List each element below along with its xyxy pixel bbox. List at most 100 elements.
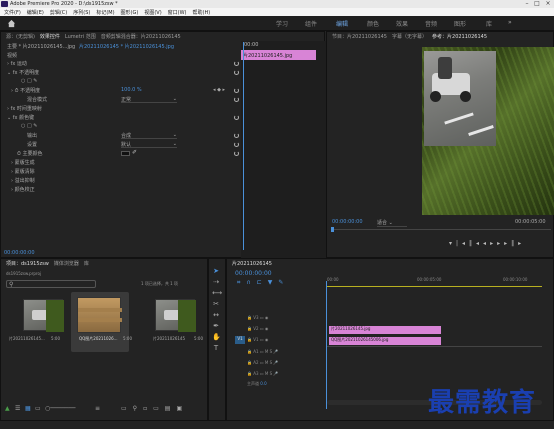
source-patch-v1[interactable]: V1	[235, 336, 245, 344]
slip-tool-icon[interactable]: ↔	[212, 311, 220, 319]
program-playhead[interactable]	[331, 227, 334, 232]
tab-media-browser[interactable]: 媒体浏览器	[54, 260, 79, 267]
menu-help[interactable]: 帮助(H)	[193, 9, 211, 16]
workspace-audio[interactable]: 音频	[425, 19, 437, 28]
ripple-edit-tool-icon[interactable]: ⟷	[212, 289, 222, 297]
track-select-tool-icon[interactable]: ⇢	[212, 278, 220, 286]
workspace-assembly[interactable]: 组件	[305, 19, 317, 28]
more-workspaces-icon[interactable]: »	[508, 19, 512, 26]
tab-lumetri-scopes[interactable]: Lumetri 范围	[65, 33, 96, 40]
reset-motion-icon[interactable]	[234, 61, 239, 66]
program-timecode[interactable]: 00:00:00:00	[332, 219, 363, 225]
project-item-name-3[interactable]: 片20211026145	[153, 336, 185, 342]
reset-blend-icon[interactable]	[234, 97, 239, 102]
freeform-view-icon[interactable]: ▭	[35, 405, 41, 412]
keyframe-nav[interactable]: ◂ ◆ ▸	[213, 87, 225, 94]
clip-v2[interactable]: 片20211026145.jpg	[329, 326, 441, 334]
reset-keycolor-icon[interactable]	[234, 151, 239, 156]
type-tool-icon[interactable]: T	[212, 344, 220, 352]
tab-program[interactable]: 节目：片20211026145	[332, 33, 387, 40]
tab-audio-clip-mixer[interactable]: 音频剪辑混合器：片20211026145	[101, 33, 181, 40]
track-header-v2: 🔒 V2 ▭ ◉	[247, 326, 269, 331]
home-icon[interactable]	[7, 19, 16, 28]
list-view-icon[interactable]: ☰	[15, 405, 20, 412]
project-item-thumb-3[interactable]	[155, 299, 196, 332]
opacity-value[interactable]: 100.0 %	[121, 87, 142, 94]
project-item-thumb-2[interactable]	[77, 297, 122, 333]
tab-captions[interactable]: 字幕（无字幕）	[392, 33, 427, 40]
program-scrubber[interactable]	[331, 229, 551, 230]
timeline-timecode[interactable]: 00:00:00:00	[235, 270, 272, 277]
fx-motion-row[interactable]: › fx 运动	[7, 60, 27, 67]
collapsed-param-4[interactable]: › 颜色校正	[11, 186, 35, 193]
sort-icon[interactable]: ≡	[95, 405, 100, 412]
mask-tools[interactable]: ○ □ ✎	[21, 78, 37, 85]
collapsed-param-1[interactable]: › 蒙版生成	[11, 159, 35, 166]
setting-select[interactable]: 默认 ⌄	[121, 141, 177, 148]
fx-opacity-row[interactable]: ⌄ fx 不透明度	[7, 69, 39, 76]
collapsed-param-3[interactable]: › 溢出抑制	[11, 177, 35, 184]
tab-libraries[interactable]: 库	[84, 260, 89, 267]
master-clip-label[interactable]: 主要 * 片20211026145...jpg	[7, 43, 75, 50]
blend-mode-select[interactable]: 正常 ⌄	[121, 96, 177, 103]
workspace-learn[interactable]: 学习	[276, 19, 288, 28]
tab-timeline-sequence[interactable]: 片20211026145	[232, 260, 272, 267]
reset-opacity-value-icon[interactable]	[234, 88, 239, 93]
fx-color-key-row[interactable]: ⌄ fx 颜色键	[7, 114, 34, 121]
tab-source[interactable]: 源：(无剪辑)	[6, 33, 35, 40]
selection-tool-icon[interactable]: ➤	[212, 267, 220, 275]
menu-graphics[interactable]: 图形(G)	[121, 9, 139, 16]
eyedropper-icon[interactable]: ✐	[132, 149, 137, 156]
menu-markers[interactable]: 标记(M)	[96, 9, 114, 16]
project-item-thumb-1[interactable]	[23, 299, 64, 332]
menu-edit[interactable]: 编辑(E)	[27, 9, 44, 16]
ec-playhead[interactable]	[243, 42, 244, 250]
menu-window[interactable]: 窗口(W)	[168, 9, 187, 16]
reset-setting-icon[interactable]	[234, 142, 239, 147]
workspace-libraries[interactable]: 库	[486, 19, 492, 28]
fit-select[interactable]: 适合 ⌄	[377, 219, 407, 227]
key-color-swatch[interactable]	[121, 151, 130, 156]
ec-bottom-timecode[interactable]: 00:00:00:00	[4, 250, 35, 257]
tab-project[interactable]: 项目：ds1915zsw	[6, 260, 49, 267]
tab-effect-controls[interactable]: 效果控件	[40, 33, 60, 40]
sequence-clip-label[interactable]: 片20211026145 * 片20211026145.jpg	[79, 43, 174, 50]
menu-sequence[interactable]: 序列(S)	[73, 9, 90, 16]
av-divider	[327, 346, 542, 347]
menu-clip[interactable]: 剪辑(C)	[50, 9, 67, 16]
key-mask-tools[interactable]: ○ □ ✎	[21, 123, 37, 130]
zoom-slider-icon[interactable]: ○───────	[45, 405, 76, 412]
workspace-graphics[interactable]: 图形	[454, 19, 466, 28]
project-item-name-2[interactable]: QQ图片20211026...	[79, 336, 117, 342]
transport-controls[interactable]: ▾|◂‖◂◂▸▸▸‖▸	[449, 240, 525, 247]
writable-icon[interactable]: ▲	[5, 405, 10, 412]
time-remap-row[interactable]: › fx 时间重映射	[7, 105, 42, 112]
menu-file[interactable]: 文件(F)	[4, 9, 21, 16]
clip-v1[interactable]: QQ图片20211026145006.jpg	[329, 337, 441, 345]
output-select[interactable]: 合成 ⌄	[121, 132, 177, 139]
work-area-bar[interactable]	[327, 286, 542, 287]
workspace-effects[interactable]: 效果	[396, 19, 408, 28]
workspace-color[interactable]: 颜色	[367, 19, 379, 28]
workspace-editing[interactable]: 编辑	[336, 19, 348, 28]
project-item-duration-2: 5:00	[123, 336, 132, 341]
maximize-icon[interactable]: □	[532, 0, 542, 8]
icon-view-icon[interactable]: ▦	[25, 405, 31, 412]
collapsed-param-2[interactable]: › 蒙版清除	[11, 168, 35, 175]
reset-output-icon[interactable]	[234, 133, 239, 138]
tab-reference[interactable]: 参考：片20211026145	[432, 33, 487, 40]
close-icon[interactable]: ×	[543, 0, 553, 8]
reset-key-icon[interactable]	[234, 115, 239, 120]
reset-opacity-icon[interactable]	[234, 70, 239, 75]
project-bottom-tools[interactable]: ▭⚲▫▭▤▣	[121, 405, 188, 412]
hand-tool-icon[interactable]: ✋	[212, 333, 221, 341]
pen-tool-icon[interactable]: ✒	[212, 322, 220, 330]
menu-view[interactable]: 视图(V)	[144, 9, 161, 16]
project-item-name-1[interactable]: 片20211026145...	[9, 336, 45, 342]
project-search-input[interactable]: ⚲	[6, 280, 96, 288]
setting-label: 设置	[27, 142, 38, 148]
minimize-icon[interactable]: –	[522, 0, 532, 8]
razor-tool-icon[interactable]: ✂	[212, 300, 220, 308]
program-video-frame[interactable]	[422, 47, 554, 215]
timeline-tool-icons[interactable]: ⌗∩⊏▼✎	[237, 279, 289, 287]
